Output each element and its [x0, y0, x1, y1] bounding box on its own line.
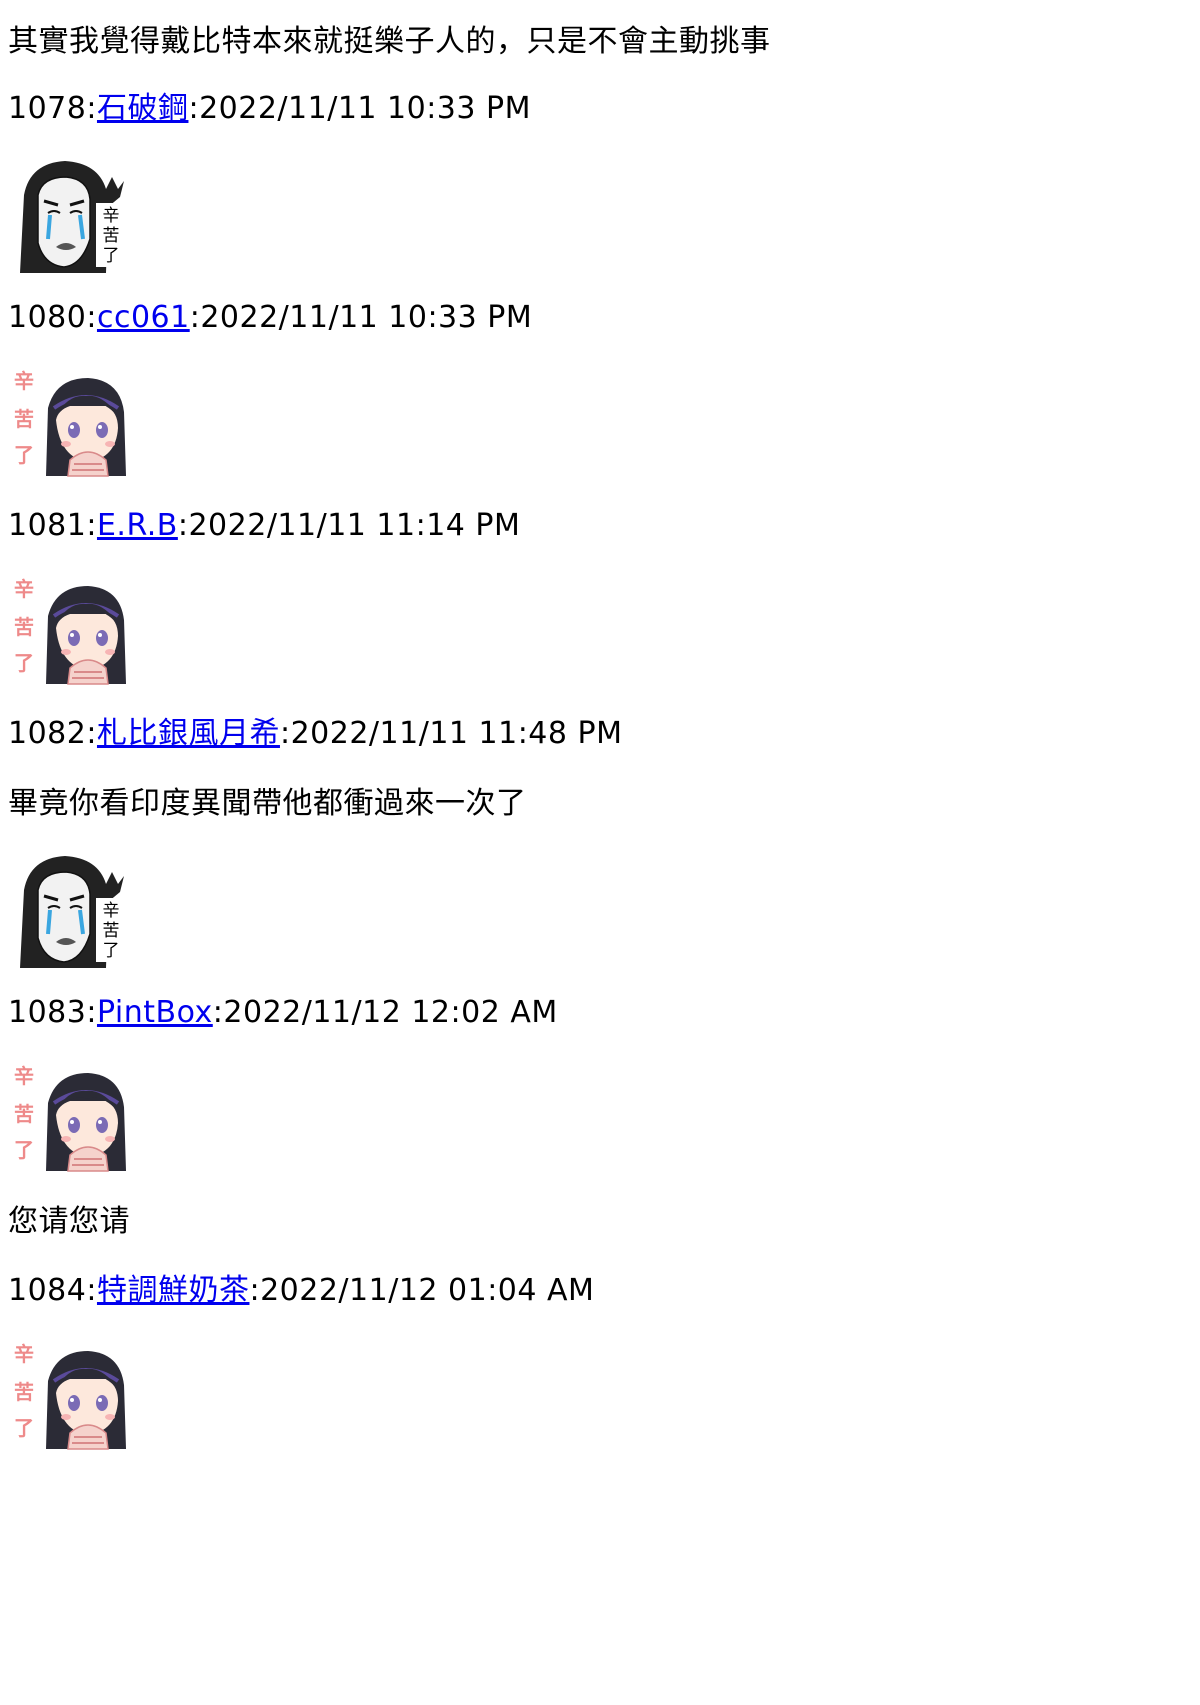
anime-girl-sticker	[10, 1337, 130, 1457]
post-timestamp: 2022/11/12 01:04 AM	[260, 1273, 595, 1308]
post-timestamp: 2022/11/11 10:33 PM	[200, 300, 533, 335]
post-header: 1082:札比銀風月希:2022/11/11 11:48 PM	[8, 716, 623, 751]
crying-man-sticker	[10, 850, 130, 970]
post-number: 1084	[8, 1273, 87, 1308]
post-timestamp: 2022/11/12 12:02 AM	[223, 995, 558, 1030]
post-header: 1084:特調鮮奶茶:2022/11/12 01:04 AM	[8, 1273, 595, 1308]
anime-girl-sticker	[10, 1059, 130, 1179]
post-number: 1082	[8, 716, 87, 751]
post-header: 1083:PintBox:2022/11/12 12:02 AM	[8, 995, 558, 1030]
crying-man-sticker	[10, 155, 130, 275]
post-header: 1081:E.R.B:2022/11/11 11:14 PM	[8, 508, 521, 543]
post-number: 1081	[8, 508, 87, 543]
post-body-text: 畢竟你看印度異聞帶他都衝過來一次了	[8, 786, 527, 821]
post-body-text: 其實我覺得戴比特本來就挺樂子人的，只是不會主動挑事	[8, 24, 771, 59]
thread: 其實我覺得戴比特本來就挺樂子人的，只是不會主動挑事 1078:石破鋼:2022/…	[0, 0, 1200, 1705]
post-number: 1078	[8, 91, 87, 126]
post-header: 1078:石破鋼:2022/11/11 10:33 PM	[8, 91, 531, 126]
post-body: 畢竟你看印度異聞帶他都衝過來一次了	[8, 786, 527, 822]
anime-girl-sticker	[10, 364, 130, 484]
username-link[interactable]: cc061	[97, 300, 190, 335]
username-link[interactable]: PintBox	[97, 995, 213, 1030]
post-number: 1083	[8, 995, 87, 1030]
post-number: 1080	[8, 300, 87, 335]
post-timestamp: 2022/11/11 10:33 PM	[199, 91, 531, 126]
post-timestamp: 2022/11/11 11:14 PM	[188, 508, 521, 543]
post-body: 其實我覺得戴比特本來就挺樂子人的，只是不會主動挑事	[8, 24, 771, 60]
post-body-text: 您请您请	[8, 1204, 130, 1239]
username-link[interactable]: E.R.B	[97, 508, 178, 543]
username-link[interactable]: 特調鮮奶茶	[97, 1273, 250, 1308]
post-timestamp: 2022/11/11 11:48 PM	[290, 716, 623, 751]
post-body: 您请您请	[8, 1204, 130, 1240]
anime-girl-sticker	[10, 572, 130, 692]
post-header: 1080:cc061:2022/11/11 10:33 PM	[8, 300, 533, 335]
username-link[interactable]: 札比銀風月希	[97, 716, 280, 751]
username-link[interactable]: 石破鋼	[97, 91, 189, 126]
